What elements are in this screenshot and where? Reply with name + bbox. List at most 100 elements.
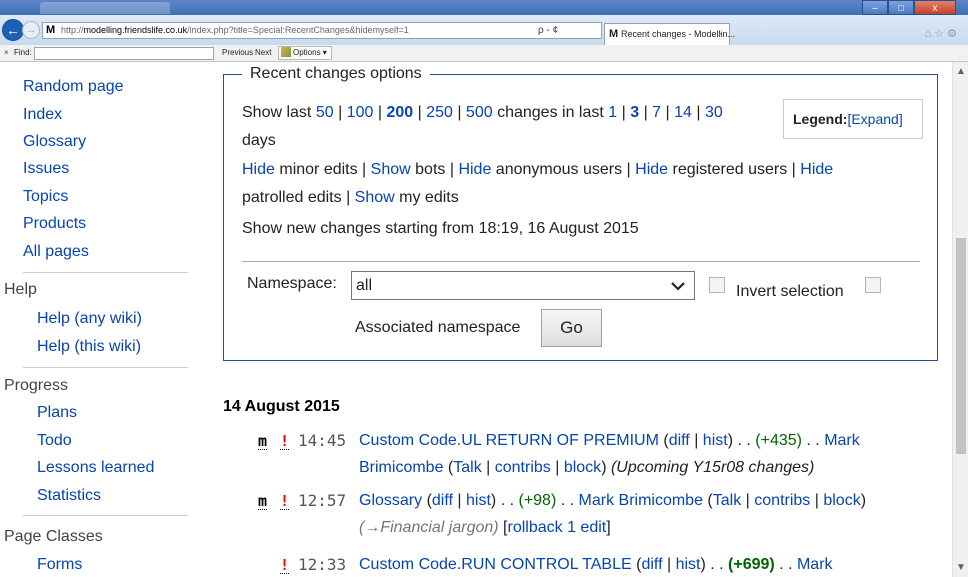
sidebar-item-random-page[interactable]: Random page <box>23 77 124 97</box>
home-icon[interactable]: ⌂ <box>925 28 935 40</box>
minimize-button[interactable]: – <box>862 0 888 15</box>
sidebar-item-all-pages[interactable]: All pages <box>23 242 89 262</box>
scrollbar-thumb[interactable] <box>956 238 966 454</box>
invert-selection-checkbox[interactable] <box>709 277 725 293</box>
hide-minor-link[interactable]: Hide <box>242 161 275 178</box>
rollback-link[interactable]: rollback 1 edit <box>508 519 607 536</box>
background-tab[interactable] <box>40 2 170 14</box>
talk-link[interactable]: Talk <box>713 492 741 509</box>
sidebar-heading-page-classes: Page Classes <box>4 528 103 545</box>
scroll-down-icon[interactable]: ▼ <box>953 562 968 573</box>
diff-link[interactable]: diff <box>669 432 690 449</box>
block-link[interactable]: block <box>823 492 860 509</box>
maximize-button[interactable]: □ <box>888 0 914 15</box>
sidebar-clipped-item[interactable]: - <box>23 62 28 68</box>
back-button[interactable]: ← <box>2 19 24 41</box>
address-controls[interactable]: ρ - ¢ <box>538 22 558 39</box>
limit-200-link[interactable]: 200 <box>386 104 413 121</box>
sidebar-item-lessons-learned[interactable]: Lessons learned <box>37 458 154 478</box>
contribs-link[interactable]: contribs <box>495 459 551 476</box>
change-entry: ! 12:33 Custom Code.RUN CONTROL TABLE (d… <box>200 552 952 577</box>
sidebar-item-todo[interactable]: Todo <box>37 431 72 451</box>
pencil-icon <box>281 47 291 57</box>
sidebar-item-issues[interactable]: Issues <box>23 159 69 179</box>
sidebar-item-products[interactable]: Products <box>23 214 86 234</box>
show-new-changes-link[interactable]: Show new changes starting from 18:19, 16… <box>242 217 639 241</box>
days-3-link[interactable]: 3 <box>630 104 639 121</box>
minor-edit-flag: m <box>258 432 268 450</box>
hide-patrolled-link[interactable]: Hide <box>800 161 833 178</box>
days-word: days <box>242 132 276 149</box>
change-entry: m ! 12:57 Glossary (diff | hist) . . (+9… <box>200 488 952 542</box>
minimize-icon: – <box>872 3 878 14</box>
user-link[interactable]: Mark Brimicombe <box>579 492 703 509</box>
legend-expand-link[interactable]: [Expand] <box>847 111 902 127</box>
edit-summary: (Upcoming Y15r08 changes) <box>610 459 815 476</box>
limit-250-link[interactable]: 250 <box>426 104 453 121</box>
days-1-link[interactable]: 1 <box>608 104 617 121</box>
find-next-button[interactable]: Next <box>255 45 271 61</box>
size-diff: (+98) <box>518 492 557 509</box>
change-line: Custom Code.UL RETURN OF PREMIUM (diff |… <box>359 432 860 449</box>
user-link[interactable]: Mark <box>824 432 860 449</box>
toolbar-icons: ⌂☆⚙ <box>925 27 960 40</box>
associated-namespace-checkbox[interactable] <box>865 277 881 293</box>
talk-link[interactable]: Talk <box>453 459 481 476</box>
sidebar-item-plans[interactable]: Plans <box>37 403 77 423</box>
minor-edit-flag: m <box>258 492 268 510</box>
contribs-link[interactable]: contribs <box>754 492 810 509</box>
hist-link[interactable]: hist <box>466 492 491 509</box>
days-7-link[interactable]: 7 <box>652 104 661 121</box>
user-link[interactable]: Mark <box>797 556 833 573</box>
hist-link[interactable]: hist <box>676 556 701 573</box>
user-link-cont[interactable]: Brimicombe <box>359 459 443 476</box>
options-divider <box>242 261 920 262</box>
days-30-link[interactable]: 30 <box>705 104 723 121</box>
window-titlebar: – □ x <box>0 0 968 15</box>
sidebar-item-topics[interactable]: Topics <box>23 187 68 207</box>
find-previous-button[interactable]: Previous <box>222 45 253 61</box>
vertical-scrollbar[interactable]: ▲ ▼ <box>952 62 968 577</box>
go-button[interactable]: Go <box>541 309 602 347</box>
show-my-edits-link[interactable]: Show <box>355 189 395 206</box>
legend-box: Legend:[Expand] <box>783 99 923 139</box>
forward-button[interactable]: → <box>22 21 40 39</box>
change-title-link[interactable]: Glossary <box>359 492 422 509</box>
change-title-link[interactable]: Custom Code.RUN CONTROL TABLE <box>359 556 632 573</box>
site-favicon: M <box>46 24 56 36</box>
arrow-left-icon: ← <box>6 22 20 38</box>
sidebar-item-glossary[interactable]: Glossary <box>23 132 86 152</box>
active-tab[interactable]: M Recent changes - Modellin... × <box>604 23 735 45</box>
limit-100-link[interactable]: 100 <box>347 104 374 121</box>
star-icon[interactable]: ☆ <box>934 28 947 40</box>
find-close-icon[interactable]: × <box>4 45 9 61</box>
limit-500-link[interactable]: 500 <box>466 104 493 121</box>
hide-anon-link[interactable]: Hide <box>458 161 491 178</box>
sidebar-item-index[interactable]: Index <box>23 105 62 125</box>
find-options-button[interactable]: Options ▾ <box>278 46 332 60</box>
namespace-select[interactable]: all <box>351 271 695 300</box>
sidebar-item-help-this-wiki[interactable]: Help (this wiki) <box>37 337 141 357</box>
hide-registered-link[interactable]: Hide <box>635 161 668 178</box>
sidebar-heading-help: Help <box>4 281 37 298</box>
sidebar-item-statistics[interactable]: Statistics <box>37 486 101 506</box>
tab-close-icon[interactable]: × <box>718 24 723 44</box>
days-14-link[interactable]: 14 <box>674 104 692 121</box>
block-link[interactable]: block <box>564 459 601 476</box>
show-bots-link[interactable]: Show <box>371 161 411 178</box>
scroll-up-icon[interactable]: ▲ <box>953 66 968 77</box>
sidebar-divider <box>23 272 188 273</box>
main-content: Recent changes options Show last 50 | 10… <box>200 62 952 577</box>
options-legend: Recent changes options <box>242 63 430 85</box>
sidebar-item-help-any-wiki[interactable]: Help (any wiki) <box>37 309 142 329</box>
find-input[interactable] <box>34 47 214 60</box>
change-title-link[interactable]: Custom Code.UL RETURN OF PREMIUM <box>359 432 659 449</box>
sidebar-item-forms[interactable]: Forms <box>37 555 82 575</box>
address-bar[interactable]: http://modelling.friendslife.co.uk/index… <box>42 22 602 39</box>
limit-50-link[interactable]: 50 <box>316 104 334 121</box>
hist-link[interactable]: hist <box>703 432 728 449</box>
close-window-button[interactable]: x <box>914 0 956 15</box>
diff-link[interactable]: diff <box>641 556 662 573</box>
gear-icon[interactable]: ⚙ <box>947 28 960 40</box>
diff-link[interactable]: diff <box>432 492 453 509</box>
